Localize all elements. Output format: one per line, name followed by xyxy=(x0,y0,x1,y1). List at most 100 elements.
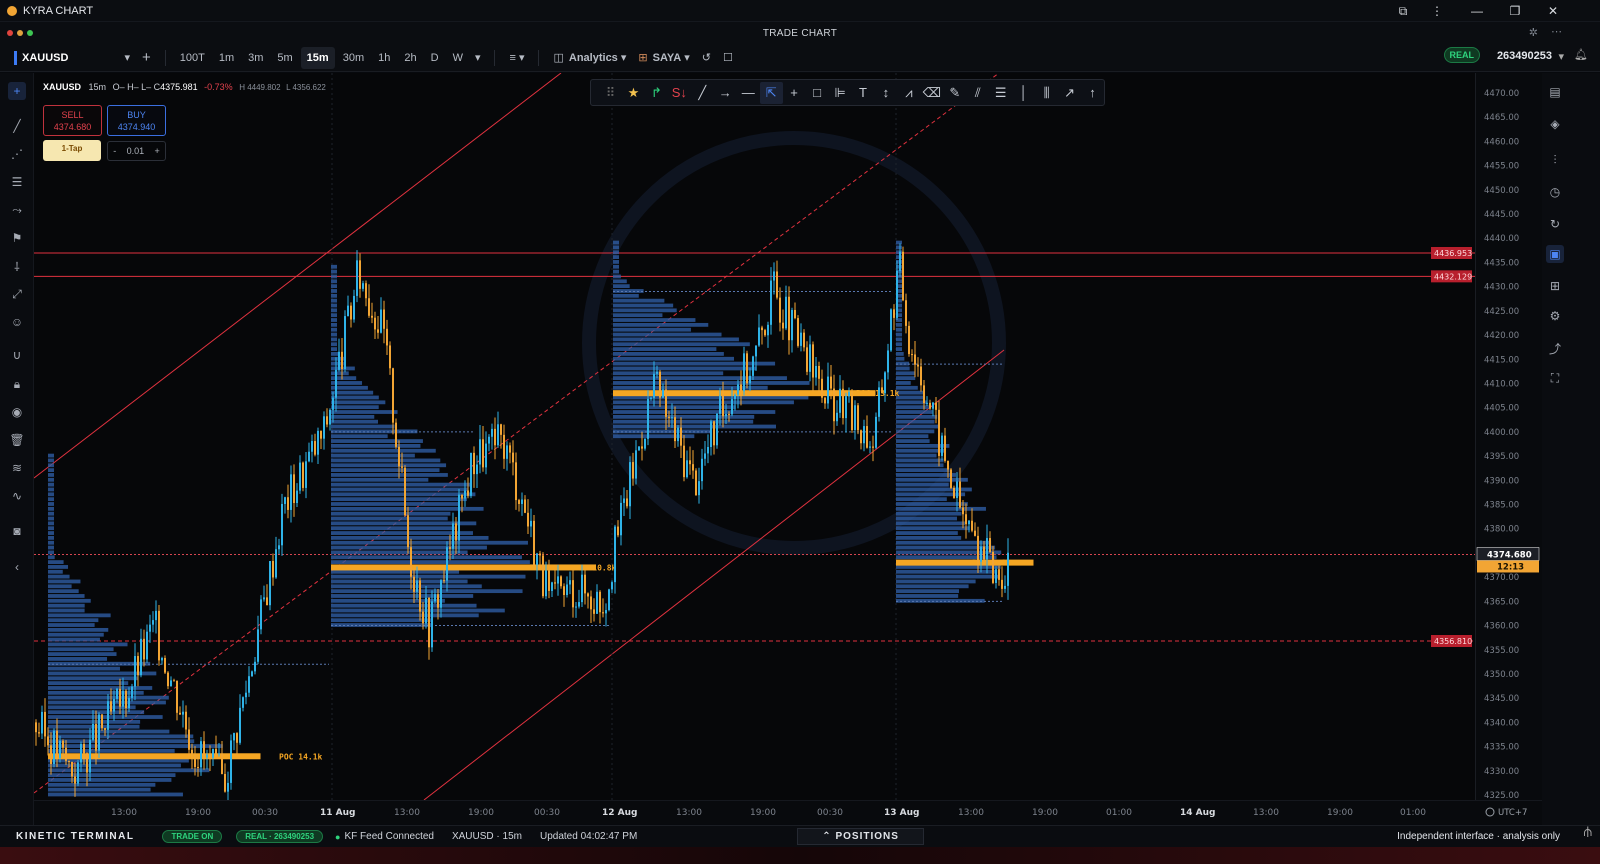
trendline-icon[interactable]: ╱ xyxy=(8,117,26,135)
arrow-up-icon[interactable]: ↑ xyxy=(1081,82,1104,104)
save-icon[interactable]: ▣ xyxy=(1546,245,1564,263)
polyline-icon[interactable]: ⩘ xyxy=(897,82,920,104)
layout-icon[interactable]: ☐ xyxy=(717,47,739,69)
magnet-icon[interactable]: ∪ xyxy=(8,346,26,364)
lot-plus-button[interactable]: + xyxy=(155,146,160,156)
time-tick-label: 12 Aug xyxy=(602,808,637,818)
cursor-icon[interactable]: ⇱ xyxy=(759,81,783,104)
buy-arrow-icon[interactable]: ↱ xyxy=(645,82,668,104)
sell-arrow-icon[interactable]: S↓ xyxy=(668,82,691,104)
gear-icon[interactable]: ⚙ xyxy=(1546,307,1564,325)
timeframe-dropdown-icon[interactable]: ▾ xyxy=(469,47,487,69)
hline-icon[interactable]: — xyxy=(737,82,760,104)
volume-profile-bar xyxy=(613,410,776,414)
fib-levels-icon[interactable]: ☰ xyxy=(989,82,1012,104)
star-icon[interactable]: ★ xyxy=(622,82,645,104)
layers-icon[interactable]: ≋ xyxy=(8,459,26,477)
watchlist-icon[interactable]: ▤ xyxy=(1546,83,1564,101)
timeframe-100t[interactable]: 100T xyxy=(174,47,211,69)
wave-icon[interactable]: ∿ xyxy=(8,487,26,505)
cross-icon[interactable]: + xyxy=(783,82,806,104)
measure-icon[interactable]: ⤢ xyxy=(8,285,26,303)
more-dots-icon[interactable]: ⋯ xyxy=(1551,25,1562,38)
restore-button[interactable]: ❐ xyxy=(1496,0,1534,22)
positions-tab[interactable]: ⌃ POSITIONS xyxy=(797,828,924,845)
timeframe-d[interactable]: D xyxy=(425,47,445,69)
ray-icon[interactable]: → xyxy=(714,82,737,104)
text-icon[interactable]: T xyxy=(851,82,874,104)
lot-size-stepper[interactable]: - 0.01 + xyxy=(107,141,166,161)
vertical-measure-icon[interactable]: ↕ xyxy=(874,82,897,104)
extension-icon[interactable]: ⧉ xyxy=(1384,0,1422,22)
history-icon[interactable]: ◷ xyxy=(1546,183,1564,201)
account-selector[interactable]: 263490253 xyxy=(1497,50,1552,62)
minimize-button[interactable]: — xyxy=(1458,0,1496,22)
timeframe-2h[interactable]: 2h xyxy=(398,47,422,69)
volume-profile-bar xyxy=(331,589,523,594)
candle-body xyxy=(128,697,130,709)
timeframe-30m[interactable]: 30m xyxy=(337,47,370,69)
one-tap-button[interactable]: 1-Tap xyxy=(43,140,101,161)
timeframe-15m[interactable]: 15m xyxy=(300,46,335,69)
refresh-icon[interactable]: ↻ xyxy=(1546,215,1564,233)
analytics-button[interactable]: ◫ Analytics ▾ xyxy=(547,47,632,69)
camera-icon[interactable]: ◙ xyxy=(8,522,26,540)
timeframe-w[interactable]: W xyxy=(447,47,469,69)
rectangle-icon[interactable]: □ xyxy=(806,82,829,104)
buy-button[interactable]: BUY 4374.940 xyxy=(107,105,166,136)
add-symbol-icon[interactable]: + xyxy=(136,47,157,69)
eraser-icon[interactable]: ⌫ xyxy=(920,82,943,104)
vline-icon[interactable]: │ xyxy=(1012,82,1035,104)
chart-type-icon[interactable]: ≡ ▾ xyxy=(503,47,530,69)
fib-icon[interactable]: ☰ xyxy=(8,173,26,191)
parallel-channel-icon[interactable]: ⫽ xyxy=(966,82,989,104)
lot-minus-button[interactable]: - xyxy=(113,146,116,156)
chart-canvas[interactable]: POC 14.1kPOC 10.8kPOC 13.1kPOC 6.6k4436.… xyxy=(34,73,1475,800)
candle-body xyxy=(467,490,469,496)
flag-icon[interactable]: ⚑ xyxy=(8,229,26,247)
arrow-diagonal-icon[interactable]: ↗ xyxy=(1058,82,1081,104)
settings-gear-icon[interactable]: ✲ xyxy=(1529,26,1538,39)
bell-icon[interactable]: 🔔︎ xyxy=(1574,48,1588,61)
timeframe-1m[interactable]: 1m xyxy=(213,47,240,69)
table-icon[interactable]: ⊞ xyxy=(1546,277,1564,295)
timeframe-1h[interactable]: 1h xyxy=(372,47,396,69)
replay-icon[interactable]: ↺ xyxy=(696,47,717,69)
saya-button[interactable]: ⊞ SAYA ▾ xyxy=(632,47,695,69)
volume-profile-bar xyxy=(331,521,477,526)
chart-pane[interactable]: POC 14.1k POC 10.8k POC 13.1k POC 6.6k 4436.… xyxy=(34,73,1475,800)
fib-retracement-icon[interactable]: ⊫ xyxy=(829,82,852,104)
crosshair-icon[interactable]: + xyxy=(8,82,26,100)
layers-stack-icon[interactable]: ◈ xyxy=(1546,115,1564,133)
time-axis[interactable]: 13:00 19:00 00:30 11 Aug 13:00 19:00 00:30 12 A… xyxy=(34,800,1542,824)
line-icon[interactable]: ╱ xyxy=(691,82,714,104)
indicators-icon[interactable]: ⫶ xyxy=(1546,151,1564,169)
trade-on-badge[interactable]: TRADE ON xyxy=(162,830,223,843)
candle-body xyxy=(35,722,37,733)
brush-icon[interactable]: ⸸ xyxy=(8,257,26,275)
lock-icon[interactable]: 🔒︎ xyxy=(8,375,26,393)
sell-button[interactable]: SELL 4374.680 xyxy=(43,105,102,136)
pin-icon[interactable]: ⫛ xyxy=(1584,823,1592,840)
drag-handle-icon[interactable]: ⠿ xyxy=(599,82,622,104)
timeframe-5m[interactable]: 5m xyxy=(271,47,298,69)
account-dropdown-icon[interactable]: ▾ xyxy=(1558,50,1564,63)
collapse-icon[interactable]: ‹ xyxy=(8,558,26,576)
more-menu-icon[interactable]: ⋮ xyxy=(1418,0,1456,22)
price-axis[interactable]: 4470.00 4465.00 4460.00 4455.00 4450.00 4445.… xyxy=(1432,73,1542,801)
close-button[interactable]: ✕ xyxy=(1534,0,1572,22)
pitchfork-icon[interactable]: ⋰ xyxy=(8,145,26,163)
emoji-icon[interactable]: ☺ xyxy=(8,313,26,331)
trash-icon[interactable]: 🗑︎ xyxy=(8,431,26,449)
fullscreen-icon[interactable]: ⛶ xyxy=(1546,369,1564,387)
symbol-selector[interactable]: XAUUSD xyxy=(22,47,74,69)
symbol-dropdown-icon[interactable]: ▾ xyxy=(118,47,136,69)
volume-profile-bar xyxy=(331,535,489,540)
timeframe-3m[interactable]: 3m xyxy=(242,47,269,69)
pattern-icon[interactable]: ⤳ xyxy=(8,201,26,219)
pen-icon[interactable]: ✎ xyxy=(943,82,966,104)
trend-icon[interactable]: ⤴ xyxy=(1546,339,1564,357)
candles-icon[interactable]: ⫼ xyxy=(1035,82,1058,104)
eye-icon[interactable]: ◉ xyxy=(8,403,26,421)
candle-body xyxy=(881,387,883,394)
